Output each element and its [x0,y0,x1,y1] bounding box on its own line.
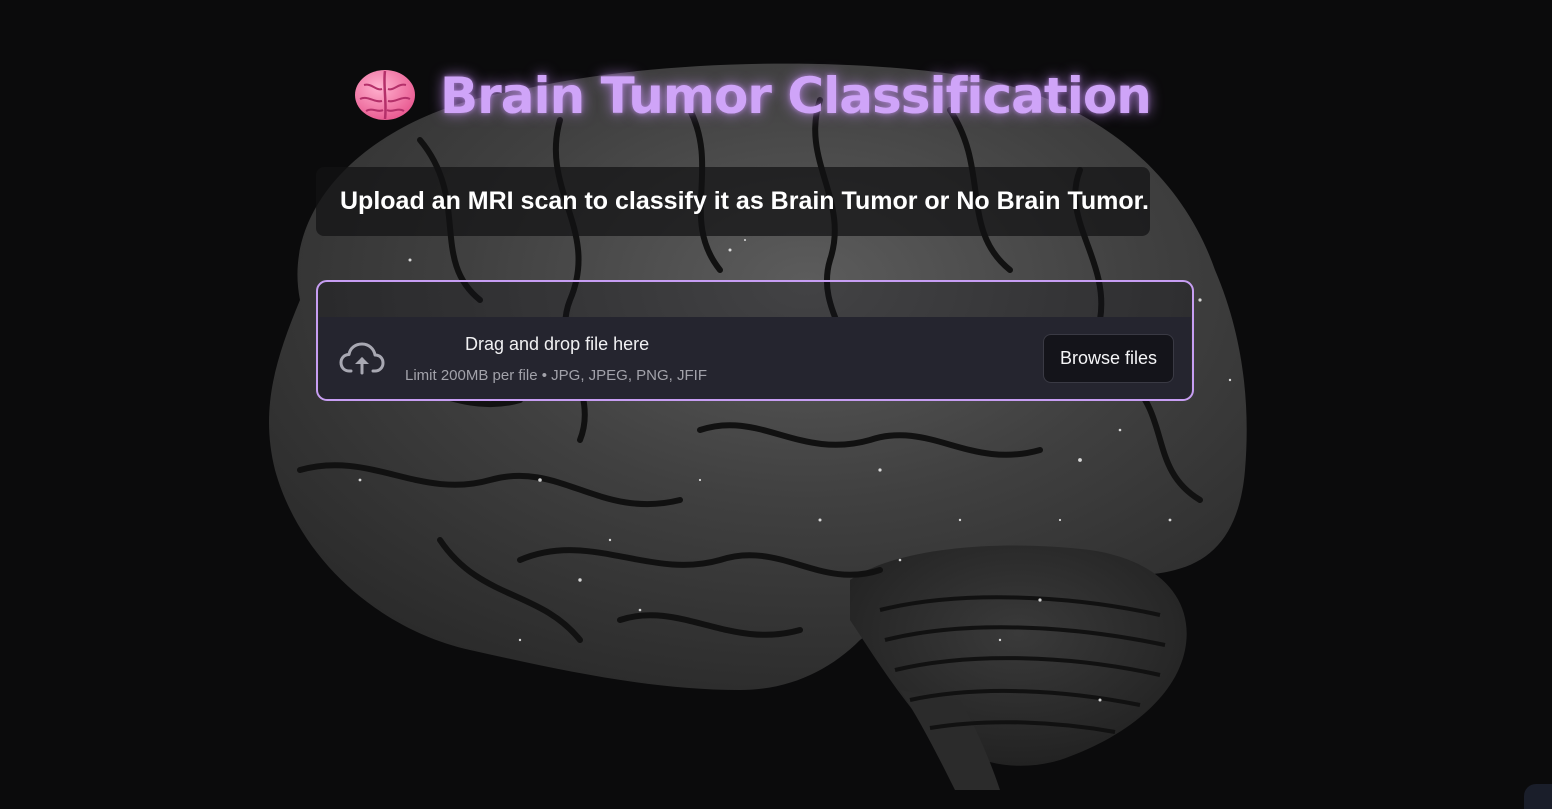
page-title: Brain Tumor Classification [352,56,1152,136]
corner-widget[interactable] [1524,784,1552,809]
app-page: Brain Tumor Classification Upload an MRI… [0,0,1552,809]
file-uploader: Drag and drop file here Limit 200MB per … [316,280,1194,401]
cloud-upload-icon [339,342,385,375]
browse-files-button[interactable]: Browse files [1043,334,1174,383]
file-dropzone[interactable]: Drag and drop file here Limit 200MB per … [319,317,1191,399]
dropzone-limit: Limit 200MB per file • JPG, JPEG, PNG, J… [405,367,707,384]
brain-icon [355,70,415,120]
title-text: Brain Tumor Classification [440,67,1152,125]
subtitle-text: Upload an MRI scan to classify it as Bra… [340,187,1149,215]
subtitle-box: Upload an MRI scan to classify it as Bra… [316,167,1150,236]
dropzone-instruction: Drag and drop file here [465,334,650,354]
